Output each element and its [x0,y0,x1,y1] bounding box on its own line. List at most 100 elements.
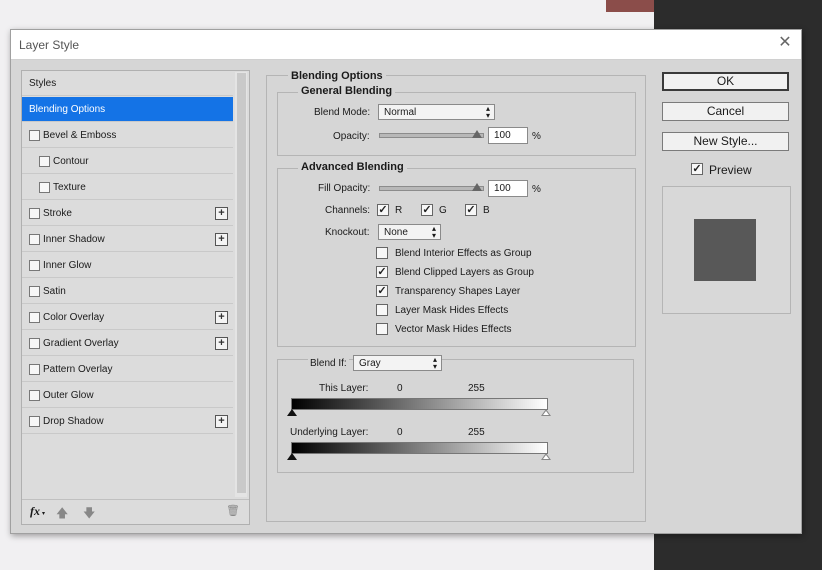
channel-b-label: B [483,205,490,216]
move-down-icon[interactable]: 🡇 [83,504,95,525]
transparency-shapes-layer-checkbox[interactable]: ✓ [376,285,388,297]
fill-opacity-slider-thumb[interactable] [472,183,482,191]
blend-if-dropdown[interactable]: Gray ▴ ▾ [353,355,442,371]
color-overlay-checkbox[interactable] [29,312,40,323]
opacity-input[interactable]: 100 [488,127,528,144]
sidebar-item-label: Blending Options [29,104,106,115]
sidebar-item-label: Gradient Overlay [43,338,119,349]
bevel-emboss-checkbox[interactable] [29,130,40,141]
vector-mask-hides-effects-checkbox[interactable] [376,323,388,335]
preview-checkbox[interactable]: ✓ [691,163,703,175]
sidebar-item-pattern-overlay[interactable]: Pattern Overlay [22,357,233,382]
sidebar-item-contour[interactable]: Contour [22,149,233,174]
this-layer-white-slider[interactable] [541,409,551,416]
sidebar-item-outer-glow[interactable]: Outer Glow [22,383,233,408]
styles-list-panel: Styles Blending Options Bevel & Emboss Cont… [21,70,250,525]
blend-mode-label: Blend Mode: [314,107,371,118]
inner-glow-checkbox[interactable] [29,260,40,271]
check-icon: ✓ [378,204,388,216]
blend-clipped-layers-as-group-checkbox[interactable]: ✓ [376,266,388,278]
transparency-shapes-layer-label: Transparency Shapes Layer [395,286,521,297]
styles-bottom-toolbar: fx ▾ 🡅 🡇 🗑 [22,499,249,525]
sidebar-item-stroke[interactable]: Stroke + [22,201,233,226]
outer-glow-checkbox[interactable] [29,390,40,401]
layer-mask-hides-effects-checkbox[interactable] [376,304,388,316]
styles-scrollbar-thumb[interactable] [237,73,246,493]
underlying-layer-black-slider[interactable] [287,453,297,460]
add-gradient-overlay-icon[interactable]: + [215,337,228,350]
sidebar-item-drop-shadow[interactable]: Drop Shadow + [22,409,233,434]
underlying-layer-gradient-bar[interactable] [291,442,548,454]
sidebar-item-texture[interactable]: Texture [22,175,233,200]
this-layer-gradient-bar[interactable] [291,398,548,410]
opacity-label: Opacity: [333,131,370,142]
underlying-layer-max: 255 [468,427,485,438]
vector-mask-hides-effects-label: Vector Mask Hides Effects [395,324,512,335]
background-canvas-accent [606,0,654,12]
fx-caret-icon[interactable]: ▾ [42,510,45,517]
trash-icon[interactable]: 🗑 [226,504,240,517]
stroke-checkbox[interactable] [29,208,40,219]
drop-shadow-checkbox[interactable] [29,416,40,427]
styles-header[interactable]: Styles [22,71,233,96]
sidebar-item-inner-shadow[interactable]: Inner Shadow + [22,227,233,252]
fx-icon[interactable]: fx [30,504,40,519]
chevron-updown-icon: ▴ ▾ [485,104,490,120]
preview-label: Preview [709,163,752,177]
layer-mask-hides-effects-label: Layer Mask Hides Effects [395,305,509,316]
gradient-overlay-checkbox[interactable] [29,338,40,349]
add-stroke-icon[interactable]: + [215,207,228,220]
channel-b-checkbox[interactable]: ✓ [465,204,477,216]
close-icon[interactable]: ✕ [777,35,793,51]
sidebar-item-label: Stroke [43,208,72,219]
channel-g-label: G [439,205,447,216]
sidebar-item-label: Contour [53,156,89,167]
general-blending-title: General Blending [298,85,396,97]
channels-label: Channels: [325,205,371,216]
sidebar-item-satin[interactable]: Satin [22,279,233,304]
fill-opacity-input[interactable]: 100 [488,180,528,197]
channel-r-checkbox[interactable]: ✓ [377,204,389,216]
blend-interior-effects-as-group-checkbox[interactable] [376,247,388,259]
sidebar-item-label: Texture [53,182,86,193]
check-icon: ✓ [377,266,387,278]
dialog-title: Layer Style [19,38,80,52]
add-inner-shadow-icon[interactable]: + [215,233,228,246]
cancel-button[interactable]: Cancel [662,102,789,121]
sidebar-item-label: Drop Shadow [43,416,104,427]
opacity-slider-thumb[interactable] [472,130,482,138]
this-layer-black-slider[interactable] [287,409,297,416]
sidebar-item-label: Satin [43,286,66,297]
pattern-overlay-checkbox[interactable] [29,364,40,375]
check-icon: ✓ [692,163,702,175]
sidebar-item-bevel-emboss[interactable]: Bevel & Emboss [22,123,233,148]
advanced-blending-group: Advanced Blending Fill Opacity: 100 % Ch… [277,161,636,347]
knockout-value: None [384,227,408,238]
channel-r-label: R [395,205,403,216]
channel-g-checkbox[interactable]: ✓ [421,204,433,216]
preview-thumbnail [662,186,791,314]
sidebar-item-inner-glow[interactable]: Inner Glow [22,253,233,278]
ok-button[interactable]: OK [662,72,789,91]
satin-checkbox[interactable] [29,286,40,297]
layer-style-dialog: Layer Style ✕ Styles Blending Options Beve… [10,29,802,534]
new-style-button[interactable]: New Style... [662,132,789,151]
add-color-overlay-icon[interactable]: + [215,311,228,324]
sidebar-item-gradient-overlay[interactable]: Gradient Overlay + [22,331,233,356]
sidebar-item-label: Color Overlay [43,312,105,323]
opacity-slider-track[interactable] [379,133,484,138]
sidebar-item-label: Inner Glow [43,260,92,271]
knockout-dropdown[interactable]: None ▴ ▾ [378,224,441,240]
move-up-icon[interactable]: 🡅 [56,504,68,525]
sidebar-item-blending-options[interactable]: Blending Options [22,97,233,122]
contour-checkbox[interactable] [39,156,50,167]
sidebar-item-color-overlay[interactable]: Color Overlay + [22,305,233,330]
inner-shadow-checkbox[interactable] [29,234,40,245]
add-drop-shadow-icon[interactable]: + [215,415,228,428]
texture-checkbox[interactable] [39,182,50,193]
fill-opacity-slider-track[interactable] [379,186,484,191]
this-layer-max: 255 [468,383,485,394]
blend-mode-dropdown[interactable]: Normal ▴ ▾ [378,104,495,120]
fill-opacity-percent: % [532,184,541,195]
underlying-layer-white-slider[interactable] [541,453,551,460]
